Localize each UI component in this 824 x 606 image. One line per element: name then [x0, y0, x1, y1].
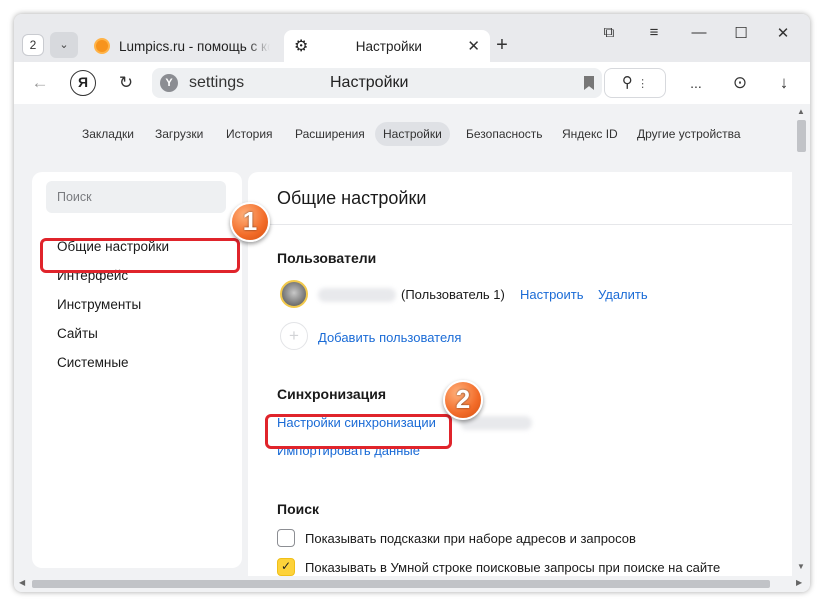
- blurred-user-name: [318, 288, 396, 302]
- tab-title: Lumpics.ru - помощь с ком: [119, 38, 270, 54]
- settings-content: Закладки Загрузки История Расширения Нас…: [14, 104, 792, 576]
- page-title: Общие настройки: [277, 188, 427, 208]
- download-icon[interactable]: ↓: [770, 70, 798, 96]
- nav-item-downloads[interactable]: Загрузки: [147, 122, 211, 146]
- add-user-link[interactable]: Добавить пользователя: [318, 330, 461, 345]
- nav-item-other-devices[interactable]: Другие устройства: [629, 122, 749, 146]
- nav-item-yandex-id[interactable]: Яндекс ID: [554, 122, 626, 146]
- delete-user-link[interactable]: Удалить: [598, 287, 648, 302]
- search-heading: Поиск: [277, 501, 320, 517]
- horizontal-scrollbar[interactable]: ◀ ▶: [14, 576, 810, 592]
- nav-item-settings[interactable]: Настройки: [375, 122, 450, 146]
- minimize-icon[interactable]: —: [684, 24, 714, 41]
- tab-title: Настройки: [355, 38, 422, 54]
- settings-sidebar: Поиск Общие настройки Интерфейс Инструме…: [32, 172, 242, 568]
- highlight-sync-settings: [265, 414, 452, 449]
- dots-icon: ⋮: [637, 78, 649, 90]
- sidebar-panel-icon[interactable]: ⊙: [726, 70, 754, 96]
- title-divider: [248, 224, 792, 225]
- users-heading: Пользователи: [277, 250, 377, 266]
- scroll-down-arrow-icon[interactable]: ▼: [797, 562, 805, 571]
- maximize-icon[interactable]: ☐: [726, 24, 756, 42]
- step-badge-1: 1: [230, 202, 270, 242]
- sync-heading: Синхронизация: [277, 386, 387, 402]
- yandex-icon[interactable]: Я: [70, 70, 96, 96]
- orange-favicon-icon: [94, 38, 110, 54]
- more-icon[interactable]: ...: [682, 70, 710, 96]
- settings-nav: Закладки Загрузки История Расширения Нас…: [14, 122, 792, 146]
- site-info-icon[interactable]: Y: [160, 74, 178, 92]
- user-label: (Пользователь 1): [401, 287, 505, 302]
- nav-item-bookmarks[interactable]: Закладки: [74, 122, 142, 146]
- tab-count-button[interactable]: 2: [22, 34, 44, 56]
- back-arrow-icon[interactable]: ←: [26, 70, 54, 96]
- smart-line-queries-label: Показывать в Умной строке поисковые запр…: [305, 560, 721, 575]
- scroll-right-arrow-icon[interactable]: ▶: [796, 578, 802, 587]
- search-lens-button[interactable]: ⚲ ⋮: [604, 68, 666, 98]
- bookmarks-panel-icon[interactable]: ⧉: [594, 24, 624, 41]
- tab-settings[interactable]: ⚙ Настройки ✕: [284, 30, 490, 62]
- browser-window: 2 ⌄ Lumpics.ru - помощь с ком ⚙ Настройк…: [14, 14, 810, 592]
- address-bar[interactable]: Y settings Настройки: [152, 68, 602, 98]
- sidebar-item-sites[interactable]: Сайты: [57, 326, 98, 341]
- add-user-icon[interactable]: +: [280, 322, 308, 350]
- bookmark-icon[interactable]: [584, 76, 594, 90]
- page-title-text: Настройки: [330, 74, 409, 91]
- address-text[interactable]: settings: [189, 74, 244, 92]
- reload-icon[interactable]: ↻: [112, 70, 140, 96]
- nav-item-extensions[interactable]: Расширения: [287, 122, 373, 146]
- search-lens-icon: ⚲: [621, 74, 633, 91]
- highlight-general-settings: [40, 238, 240, 273]
- search-hints-label: Показывать подсказки при наборе адресов …: [305, 531, 636, 546]
- sidebar-item-system[interactable]: Системные: [57, 355, 129, 370]
- scroll-left-arrow-icon[interactable]: ◀: [19, 578, 25, 587]
- nav-item-history[interactable]: История: [218, 122, 281, 146]
- gear-icon: ⚙: [294, 38, 309, 55]
- smart-line-queries-checkbox[interactable]: ✓: [277, 558, 295, 576]
- sidebar-item-tools[interactable]: Инструменты: [57, 297, 141, 312]
- scroll-up-arrow-icon[interactable]: ▲: [797, 107, 805, 116]
- tab-close-icon[interactable]: ✕: [467, 37, 480, 55]
- settings-search-input[interactable]: Поиск: [46, 181, 226, 213]
- vertical-scroll-thumb[interactable]: [797, 120, 806, 152]
- step-badge-2: 2: [443, 380, 483, 420]
- tab-strip: 2 ⌄ Lumpics.ru - помощь с ком ⚙ Настройк…: [14, 14, 810, 62]
- address-toolbar: ← Я ↻ Y settings Настройки ⚲ ⋮ ... ⊙ ↓: [14, 62, 810, 104]
- configure-user-link[interactable]: Настроить: [520, 287, 584, 302]
- tab-list-chevron-icon[interactable]: ⌄: [50, 32, 78, 58]
- tab-lumpics[interactable]: Lumpics.ru - помощь с ком: [84, 30, 280, 62]
- new-tab-button[interactable]: +: [490, 34, 514, 58]
- nav-item-security[interactable]: Безопасность: [458, 122, 551, 146]
- search-hints-checkbox[interactable]: [277, 529, 295, 547]
- close-window-icon[interactable]: ✕: [768, 24, 798, 42]
- avatar: [280, 280, 308, 308]
- horizontal-scroll-thumb[interactable]: [32, 580, 770, 588]
- menu-icon[interactable]: ≡: [639, 24, 669, 41]
- general-settings-panel: Общие настройки Пользователи (Пользовате…: [248, 172, 792, 576]
- vertical-scrollbar[interactable]: ▲ ▼: [792, 104, 810, 576]
